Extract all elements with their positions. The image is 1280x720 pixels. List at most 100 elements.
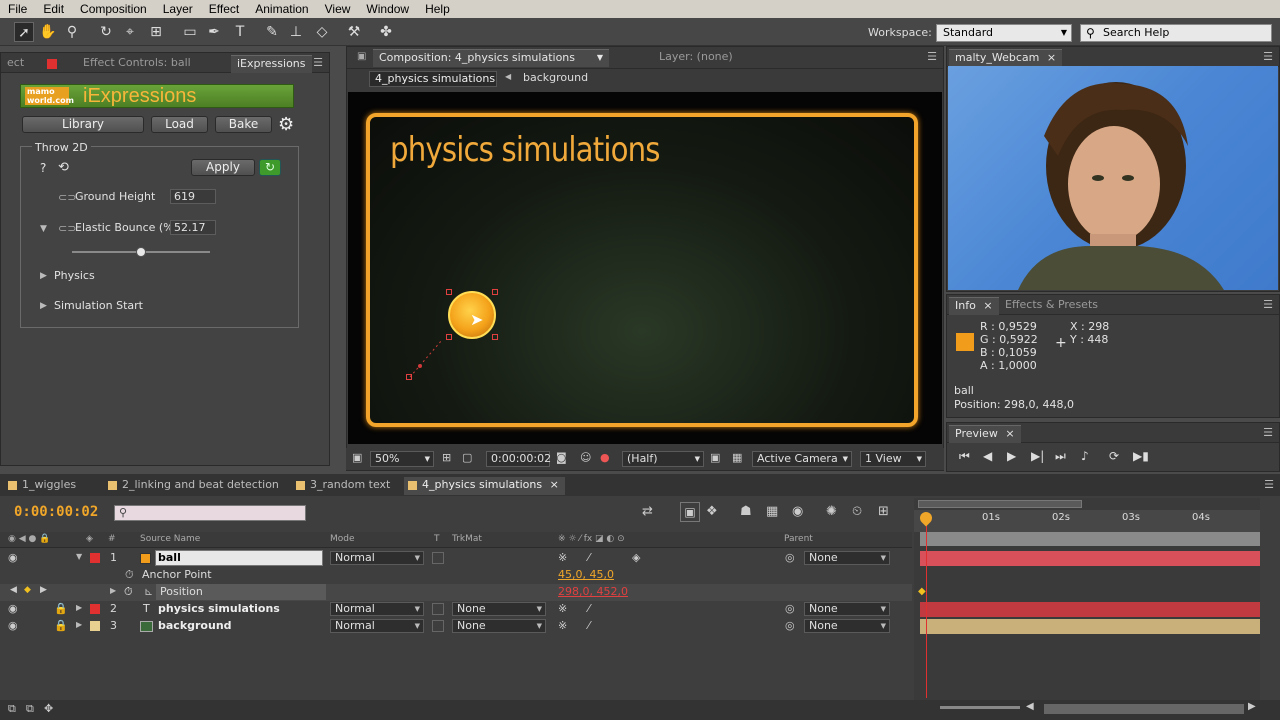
channel-icon[interactable]: ● xyxy=(600,451,610,464)
clone-stamp-tool-icon[interactable]: ⊥ xyxy=(286,22,306,42)
graph-editor-icon[interactable]: ⊞ xyxy=(878,504,889,519)
tab-timeline-wiggles[interactable]: 1_wiggles xyxy=(4,477,82,495)
work-area-bar[interactable] xyxy=(920,532,1260,546)
first-frame-icon[interactable]: ⏮ xyxy=(959,449,970,464)
expand-triangle-icon[interactable]: ▶ xyxy=(40,271,47,281)
layer-row-background[interactable]: ◉ 🔒 ▶ 3 background Normal None ※ ⁄ ◎ Non… xyxy=(0,618,912,635)
auto-apply-toggle-icon[interactable]: ↻ xyxy=(259,159,281,176)
eraser-tool-icon[interactable]: ◇ xyxy=(312,22,332,42)
shy-switch-icon[interactable]: ※ xyxy=(558,602,567,615)
visibility-eye-icon[interactable]: ◉ xyxy=(8,619,18,632)
audio-icon[interactable]: ♪ xyxy=(1081,449,1089,463)
show-snapshot-icon[interactable]: ☺ xyxy=(580,451,591,464)
elastic-bounce-field[interactable]: 52.17 xyxy=(170,220,216,235)
collapse-triangle-icon[interactable]: ▼ xyxy=(40,224,47,234)
simulation-start-label[interactable]: Simulation Start xyxy=(54,299,143,312)
selection-tool-icon[interactable]: ➚ xyxy=(14,22,34,42)
previous-keyframe-icon[interactable]: ◀ xyxy=(10,585,17,595)
close-icon[interactable]: × xyxy=(1005,427,1014,440)
type-tool-icon[interactable]: T xyxy=(230,22,250,42)
tab-timeline-physics[interactable]: 4_physics simulations × xyxy=(404,477,565,495)
expand-layer-icon[interactable]: ▶ xyxy=(76,603,82,612)
layer-bar-background[interactable] xyxy=(920,619,1260,634)
panel-menu-icon[interactable]: ☰ xyxy=(1263,50,1273,63)
scroll-left-icon[interactable]: ◀ xyxy=(1026,701,1034,712)
position-value[interactable]: 298,0, 452,0 xyxy=(558,585,628,598)
timeline-search-input[interactable]: ⚲ xyxy=(114,505,306,521)
visibility-eye-icon[interactable]: ◉ xyxy=(8,551,18,564)
preserve-transparency-checkbox[interactable] xyxy=(432,620,444,632)
apply-button[interactable]: Apply xyxy=(191,159,255,176)
menu-file[interactable]: File xyxy=(0,2,35,16)
zoom-slider[interactable] xyxy=(940,706,1020,709)
menu-layer[interactable]: Layer xyxy=(155,2,201,16)
menu-window[interactable]: Window xyxy=(358,2,417,16)
preserve-transparency-checkbox[interactable] xyxy=(432,603,444,615)
tab-timeline-random-text[interactable]: 3_random text xyxy=(292,477,396,495)
zoom-dropdown[interactable]: 50% ▼ xyxy=(370,451,434,467)
physics-label[interactable]: Physics xyxy=(54,269,95,282)
next-keyframe-icon[interactable]: ▶ xyxy=(40,585,47,595)
menu-help[interactable]: Help xyxy=(417,2,458,16)
last-frame-icon[interactable]: ⏭ xyxy=(1055,449,1066,464)
roto-brush-tool-icon[interactable]: ⚒ xyxy=(344,22,364,42)
keyframe-diamond-icon[interactable]: ◆ xyxy=(918,586,926,597)
tab-iexpressions[interactable]: iExpressions xyxy=(231,55,312,73)
transform-handle[interactable] xyxy=(446,289,452,295)
always-preview-icon[interactable]: ▣ xyxy=(352,451,362,464)
bake-button[interactable]: Bake xyxy=(215,116,272,133)
tab-effect-controls[interactable]: Effect Controls: ball xyxy=(77,55,197,73)
title-safe-icon[interactable]: ⊞ xyxy=(442,451,451,464)
panel-menu-icon[interactable]: ☰ xyxy=(1264,478,1274,491)
region-of-interest-icon[interactable]: ▣ xyxy=(710,451,720,464)
visibility-eye-icon[interactable]: ◉ xyxy=(8,602,18,615)
layer-mode-dropdown[interactable]: Normal xyxy=(330,551,424,565)
lock-icon[interactable]: 🔒 xyxy=(54,619,68,632)
tab-webcam[interactable]: malty_Webcam × xyxy=(949,49,1063,67)
breadcrumb-active[interactable]: 4_physics simulations xyxy=(369,71,497,87)
resolution-dropdown[interactable]: (Half) ▼ xyxy=(622,451,704,467)
pen-tool-icon[interactable]: ✒ xyxy=(204,22,224,42)
loop-icon[interactable]: ⟳ xyxy=(1109,449,1119,463)
breadcrumb-next[interactable]: background xyxy=(523,71,588,84)
tab-timeline-linking[interactable]: 2_linking and beat detection xyxy=(104,477,285,495)
menu-composition[interactable]: Composition xyxy=(72,2,155,16)
motion-path-keyframe[interactable] xyxy=(406,374,412,380)
transparency-grid-icon[interactable]: ▦ xyxy=(732,451,742,464)
anchor-point-value[interactable]: 45,0, 45,0 xyxy=(558,568,614,581)
comp-timecode[interactable]: 0:00:00:02 xyxy=(486,451,551,467)
close-icon[interactable]: × xyxy=(550,478,559,491)
tab-composition[interactable]: Composition: 4_physics simulations ▼ xyxy=(373,49,609,67)
zoom-tool-icon[interactable]: ⚲ xyxy=(62,22,82,42)
lock-icon[interactable]: 🔒 xyxy=(54,602,68,615)
brainstorm-icon[interactable]: ✺ xyxy=(826,504,837,519)
tab-project[interactable]: ect xyxy=(1,55,30,73)
layer-name-field[interactable]: ball xyxy=(155,550,323,566)
panel-menu-icon[interactable]: ☰ xyxy=(1263,298,1273,311)
pickwhip-icon[interactable]: ◎ xyxy=(785,602,795,615)
rectangle-tool-icon[interactable]: ▭ xyxy=(180,22,200,42)
layer-label-color[interactable] xyxy=(90,621,100,631)
parent-dropdown[interactable]: None xyxy=(804,551,890,565)
stopwatch-icon[interactable]: ⏱ xyxy=(125,568,134,582)
panel-menu-icon[interactable]: ☰ xyxy=(1263,426,1273,439)
comp-mini-flowchart-icon[interactable]: ⇄ xyxy=(642,504,653,519)
chevron-down-icon[interactable]: ▼ xyxy=(597,50,603,66)
keyframe-diamond-icon[interactable]: ◆ xyxy=(24,585,31,595)
col-source-name[interactable]: Source Name xyxy=(140,534,200,544)
load-button[interactable]: Load xyxy=(151,116,208,133)
expand-layer-icon[interactable]: ▶ xyxy=(76,620,82,629)
view-layout-dropdown[interactable]: 1 View ▼ xyxy=(860,451,926,467)
elastic-bounce-slider[interactable] xyxy=(72,247,210,257)
layer-label-color[interactable] xyxy=(90,604,100,614)
tab-layer[interactable]: Layer: (none) xyxy=(653,49,739,67)
trkmat-dropdown[interactable]: None xyxy=(452,619,546,633)
property-row-anchor-point[interactable]: ⏱ Anchor Point 45,0, 45,0 xyxy=(0,567,912,584)
reset-icon[interactable]: ⟲ xyxy=(58,160,69,175)
snapshot-icon[interactable]: ◙ xyxy=(556,451,567,464)
layer-mode-dropdown[interactable]: Normal xyxy=(330,602,424,616)
settings-gear-icon[interactable]: ⚙ xyxy=(278,114,294,135)
tab-info[interactable]: Info × xyxy=(949,297,999,315)
pan-behind-tool-icon[interactable]: ⊞ xyxy=(146,22,166,42)
ground-height-field[interactable]: 619 xyxy=(170,189,216,204)
